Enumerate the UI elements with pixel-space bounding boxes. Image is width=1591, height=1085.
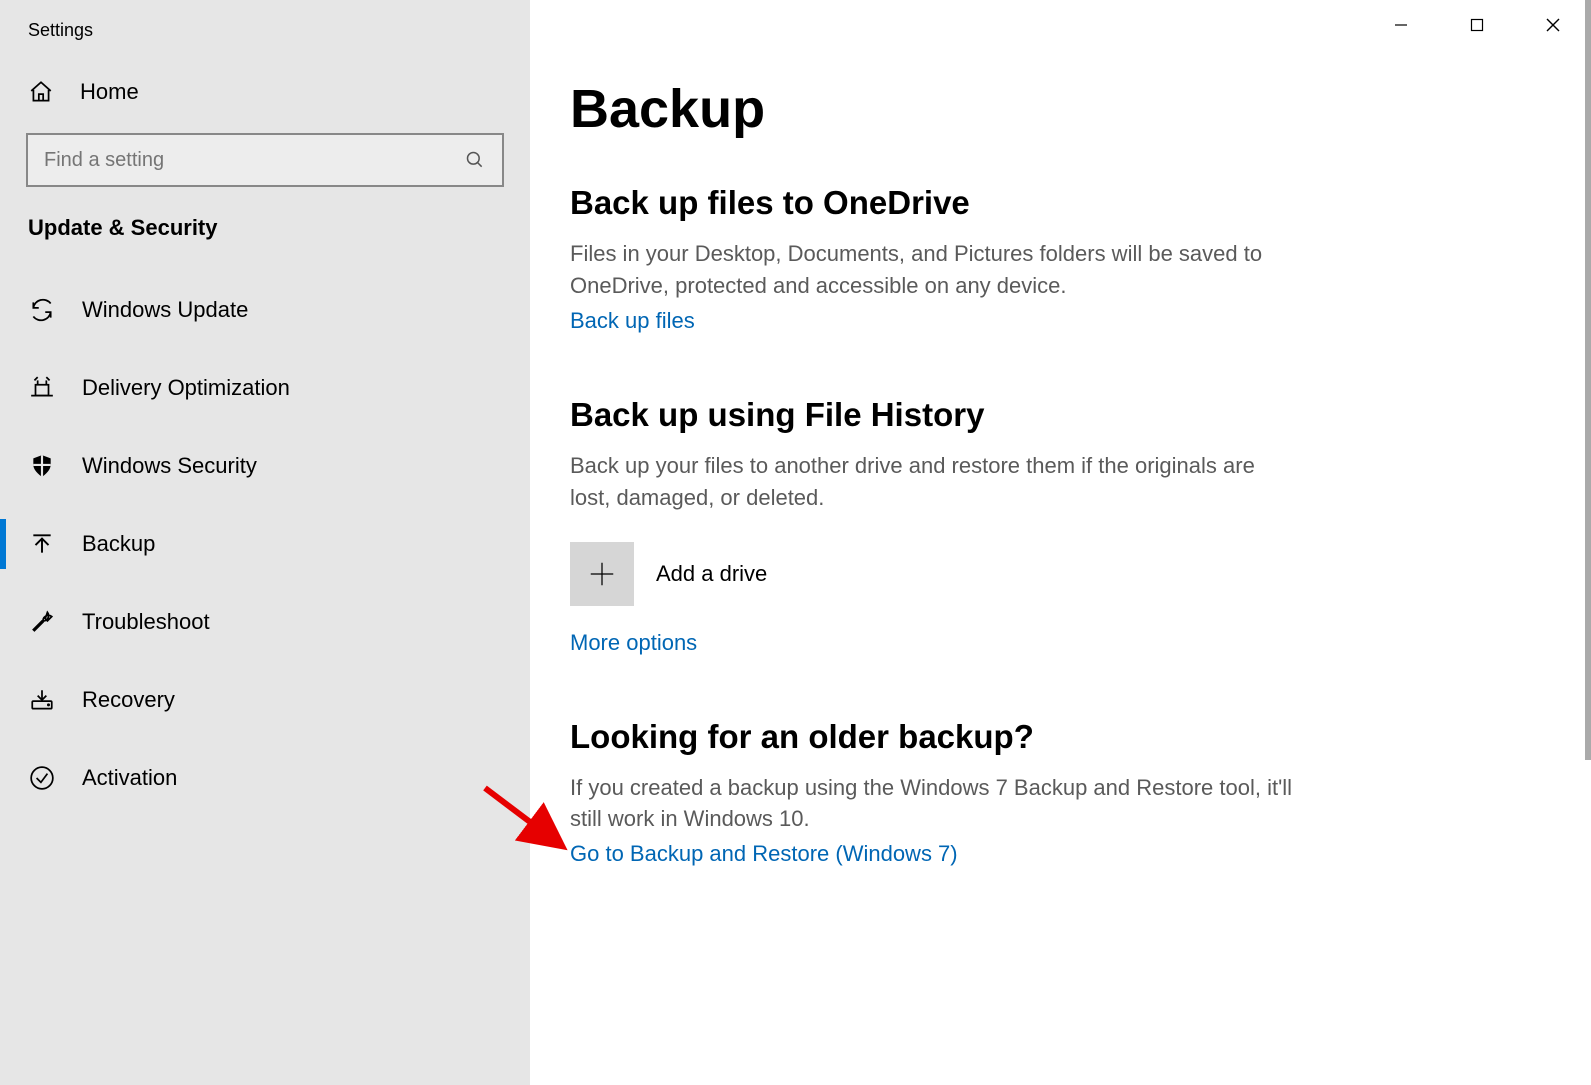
- scrollbar[interactable]: [1585, 0, 1591, 760]
- sidebar-item-recovery[interactable]: Recovery: [0, 661, 530, 739]
- shield-icon: [28, 452, 56, 480]
- sidebar-item-activation[interactable]: Activation: [0, 739, 530, 817]
- sidebar-home[interactable]: Home: [0, 65, 530, 133]
- search-input[interactable]: [26, 133, 504, 187]
- app-title: Settings: [0, 12, 530, 65]
- settings-window: Settings Home: [0, 0, 1591, 1085]
- section-title: Looking for an older backup?: [570, 718, 1551, 756]
- close-button[interactable]: [1515, 0, 1591, 50]
- home-icon: [28, 79, 54, 105]
- backup-files-link[interactable]: Back up files: [570, 308, 695, 334]
- delivery-icon: [28, 374, 56, 402]
- sidebar-item-troubleshoot[interactable]: Troubleshoot: [0, 583, 530, 661]
- search-icon: [464, 149, 486, 171]
- page-title: Backup: [570, 78, 1551, 140]
- wrench-icon: [28, 608, 56, 636]
- search-wrap: [0, 133, 530, 213]
- section-title: Back up files to OneDrive: [570, 184, 1551, 222]
- backup-restore-win7-link[interactable]: Go to Backup and Restore (Windows 7): [570, 841, 958, 867]
- sidebar: Settings Home: [0, 0, 530, 1085]
- home-label: Home: [80, 79, 139, 105]
- category-title: Update & Security: [0, 213, 530, 271]
- sidebar-item-label: Troubleshoot: [82, 609, 210, 635]
- section-older-backup: Looking for an older backup? If you crea…: [570, 718, 1551, 868]
- section-title: Back up using File History: [570, 396, 1551, 434]
- sidebar-item-windows-security[interactable]: Windows Security: [0, 427, 530, 505]
- sidebar-item-label: Recovery: [82, 687, 175, 713]
- sidebar-item-label: Delivery Optimization: [82, 375, 290, 401]
- backup-arrow-icon: [28, 530, 56, 558]
- section-desc: Files in your Desktop, Documents, and Pi…: [570, 238, 1300, 302]
- add-drive-label: Add a drive: [656, 561, 767, 587]
- add-drive-button[interactable]: Add a drive: [570, 542, 1551, 606]
- main-content: Backup Back up files to OneDrive Files i…: [530, 0, 1591, 1085]
- sidebar-item-windows-update[interactable]: Windows Update: [0, 271, 530, 349]
- window-controls: [1363, 0, 1591, 50]
- sidebar-item-label: Backup: [82, 531, 155, 557]
- sidebar-item-label: Activation: [82, 765, 177, 791]
- sidebar-item-label: Windows Update: [82, 297, 248, 323]
- sidebar-item-backup[interactable]: Backup: [0, 505, 530, 583]
- sync-icon: [28, 296, 56, 324]
- sidebar-item-delivery-optimization[interactable]: Delivery Optimization: [0, 349, 530, 427]
- recovery-icon: [28, 686, 56, 714]
- maximize-button[interactable]: [1439, 0, 1515, 50]
- section-desc: Back up your files to another drive and …: [570, 450, 1300, 514]
- section-desc: If you created a backup using the Window…: [570, 772, 1300, 836]
- minimize-button[interactable]: [1363, 0, 1439, 50]
- checkmark-circle-icon: [28, 764, 56, 792]
- section-onedrive: Back up files to OneDrive Files in your …: [570, 184, 1551, 334]
- sidebar-item-label: Windows Security: [82, 453, 257, 479]
- plus-icon: [570, 542, 634, 606]
- more-options-link[interactable]: More options: [570, 630, 697, 656]
- section-file-history: Back up using File History Back up your …: [570, 396, 1551, 656]
